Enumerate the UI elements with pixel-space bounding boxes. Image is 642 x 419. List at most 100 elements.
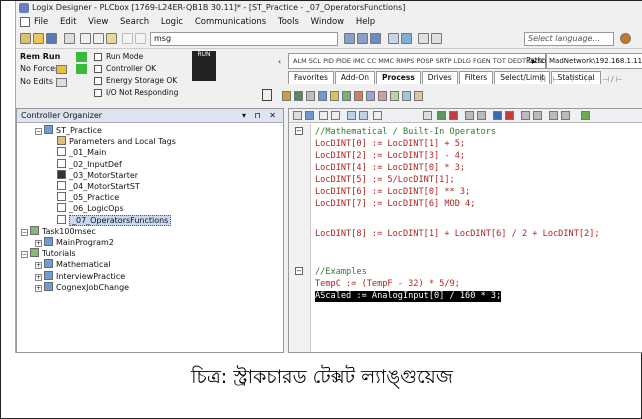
redo-icon[interactable] [135, 33, 146, 44]
search-input[interactable]: msg [150, 32, 338, 46]
toggle-icon[interactable] [359, 111, 368, 120]
outdent-icon[interactable] [319, 111, 328, 120]
path-field[interactable]: MadNetwork\192.168.1.11 [546, 53, 642, 69]
app-logo-icon [19, 3, 29, 13]
otl-icon[interactable] [354, 91, 363, 101]
paste-icon[interactable] [106, 33, 117, 44]
language-select[interactable]: Select language... [524, 32, 614, 46]
find-next-icon[interactable] [357, 33, 368, 44]
ote-icon[interactable] [342, 91, 351, 101]
expand-icon[interactable]: + [35, 262, 42, 270]
otu-icon[interactable] [366, 91, 375, 101]
menu-view[interactable]: View [88, 17, 108, 27]
menu-help[interactable]: Help [356, 17, 375, 27]
test-edits-icon[interactable] [477, 111, 486, 120]
tree-item-routine[interactable]: _01_Main [57, 147, 106, 158]
cancel-edits-icon[interactable] [449, 111, 458, 120]
editor-props-icon[interactable] [293, 111, 302, 120]
tree-item-task[interactable]: − Task100msec [21, 225, 96, 237]
collapse-icon[interactable]: − [35, 128, 42, 135]
tree-item-routine[interactable]: _04_MotorStartST [57, 181, 140, 192]
rung-icon[interactable] [282, 91, 291, 101]
branch-level-icon[interactable] [306, 91, 315, 101]
cancel-accepted-icon[interactable] [533, 111, 542, 120]
uncomment-icon[interactable] [347, 111, 356, 120]
menu-communications[interactable]: Communications [195, 17, 266, 27]
browse-icon[interactable] [370, 33, 381, 44]
show-test-icon[interactable] [561, 111, 570, 120]
xic-icon[interactable] [318, 91, 327, 101]
tree-item-program[interactable]: + MainProgram2 [35, 237, 114, 248]
tab-drives[interactable]: Drives [421, 71, 458, 84]
finalize-icon[interactable] [493, 111, 502, 120]
fold-toggle-icon[interactable]: − [295, 267, 303, 275]
path-label: Path: [526, 56, 546, 65]
verify-icon[interactable] [388, 33, 399, 44]
tree-item-program[interactable]: + InterviewPractice [35, 270, 125, 282]
instruction-list[interactable]: ALM SCL PID PIDE IMC CC MMC RMPS POSP SR… [293, 57, 546, 65]
edit-pencil-icon[interactable] [423, 111, 432, 120]
osr-icon[interactable] [390, 91, 399, 101]
tab-favorites[interactable]: Favorites [288, 71, 334, 84]
zoom-in-icon[interactable] [418, 33, 429, 44]
delete-edits-icon[interactable] [505, 111, 514, 120]
tree-item-routine[interactable]: _02_InputDef [57, 158, 122, 170]
menu-search[interactable]: Search [120, 17, 149, 27]
tab-add-on[interactable]: Add-On [334, 71, 375, 84]
zoom-out-icon[interactable] [431, 33, 442, 44]
controller-icon[interactable] [262, 89, 272, 101]
menu-window[interactable]: Window [311, 17, 345, 27]
link-icon[interactable] [373, 111, 382, 120]
tree-item-routine[interactable]: _06_LogicOps [57, 203, 124, 214]
run-edits-icon[interactable] [581, 111, 590, 120]
keyswitch[interactable]: RUN [192, 51, 216, 81]
expand-icon[interactable]: + [35, 284, 42, 292]
collapse-icon[interactable]: − [21, 228, 28, 236]
indent-icon[interactable] [305, 111, 314, 120]
collapse-icon[interactable]: − [21, 251, 28, 259]
open-icon[interactable] [33, 33, 44, 44]
expand-icon[interactable]: + [35, 240, 42, 247]
accept-edits-icon[interactable] [437, 111, 446, 120]
timer-icon[interactable] [414, 91, 423, 101]
save-icon[interactable] [46, 33, 57, 44]
menu-file[interactable]: File [34, 17, 48, 27]
code-area[interactable]: //Mathematical / Built-In Operators LocD… [315, 124, 642, 352]
expand-icon[interactable]: + [35, 273, 42, 281]
xio-icon[interactable] [330, 91, 339, 101]
comment-icon[interactable] [331, 111, 340, 120]
tree-item-routine[interactable]: _05_Practice [57, 192, 119, 203]
cut-icon[interactable] [80, 33, 91, 44]
tree-item-task[interactable]: − Tutorials [21, 248, 76, 259]
fold-toggle-icon[interactable]: − [295, 127, 303, 135]
show-original-icon[interactable] [549, 111, 558, 120]
chevron-left-icon[interactable]: ‹ [278, 57, 281, 66]
branch-icon[interactable] [294, 91, 303, 101]
print-icon[interactable] [64, 33, 75, 44]
global-icon[interactable] [620, 33, 631, 44]
tab-filters[interactable]: Filters [458, 71, 494, 84]
tab-process[interactable]: Process [375, 71, 421, 84]
properties-icon[interactable] [401, 33, 412, 44]
menu-tools[interactable]: Tools [278, 17, 299, 27]
tree-item-parameters[interactable]: Parameters and Local Tags [57, 136, 176, 147]
run-mode-label: Run Mode [106, 52, 144, 61]
find-icon[interactable] [344, 33, 355, 44]
title-bar: Logix Designer - PLCbox [1769-L24ER-QB1B… [16, 1, 642, 15]
copy-icon[interactable] [93, 33, 104, 44]
ons-icon[interactable] [378, 91, 387, 101]
tree-item-program[interactable]: + Mathematical [35, 259, 111, 270]
assemble-icon[interactable] [465, 111, 474, 120]
tree-item-routine[interactable]: _03_MotorStarter [57, 169, 138, 181]
osf-icon[interactable] [402, 91, 411, 101]
menu-edit[interactable]: Edit [60, 17, 76, 27]
organizer-window-controls[interactable]: ▾ ⊓ ✕ [242, 109, 279, 123]
new-icon[interactable] [20, 33, 31, 44]
tree-item-program[interactable]: + CognexJobChange [35, 281, 129, 293]
task-icon [30, 248, 39, 258]
tree-item-st-practice[interactable]: − ST_Practice [35, 125, 102, 136]
untest-icon[interactable] [521, 111, 530, 120]
menu-logic[interactable]: Logic [161, 17, 183, 27]
undo-icon[interactable] [122, 33, 133, 44]
tree-item-routine-selected[interactable]: _07_OperatorsFunctions [57, 214, 172, 226]
